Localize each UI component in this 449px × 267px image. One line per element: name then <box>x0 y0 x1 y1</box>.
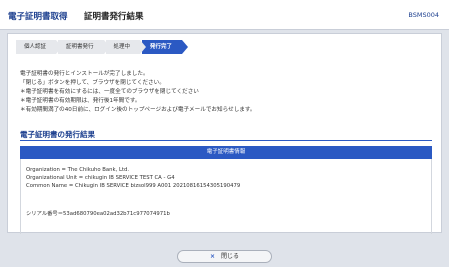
cert-info-body: Organization = The Chikuho Bank, Ltd. Or… <box>20 159 432 234</box>
cert-common-name: Common Name = Chikugin IB SERVICE bizsol… <box>26 183 241 189</box>
completion-message: 電子証明書の発行とインストールが完了しました。 「閉じる」ボタンを押して、ブラウ… <box>20 70 430 115</box>
message-line: ＊電子証明書を有効にするには、一度全てのブラウザを閉じてください <box>20 89 199 95</box>
step-processing: 処理中 <box>105 40 146 54</box>
step-complete: 発行完了 <box>142 40 189 54</box>
section-divider <box>20 140 432 141</box>
message-line: ＊有効期間満了の40日前に、ログイン後のトップページおよび電子メールでお知らせし… <box>20 107 256 113</box>
message-line: 電子証明書の発行とインストールが完了しました。 <box>20 71 149 77</box>
result-section-title: 電子証明書の発行結果 <box>20 130 95 139</box>
close-button[interactable]: × 閉じる <box>177 250 272 263</box>
page-header: 電子証明書取得 証明書発行結果 BSMS004 <box>0 0 449 30</box>
main-panel: 個人認証 証明書発行 処理中 発行完了 電子証明書の発行とインストールが完了しま… <box>7 33 442 234</box>
page-title: 証明書発行結果 <box>84 12 144 22</box>
close-button-label: 閉じる <box>221 253 240 260</box>
step-cert-issue: 証明書発行 <box>58 40 109 54</box>
screen-id: BSMS004 <box>408 11 439 19</box>
app-title: 電子証明書取得 <box>8 12 68 22</box>
progress-steps: 個人認証 証明書発行 処理中 発行完了 <box>16 40 189 54</box>
cert-info-header: 電子証明書情報 <box>20 146 432 159</box>
cert-details: Organization = The Chikuho Bank, Ltd. Or… <box>26 166 240 190</box>
cert-organization: Organization = The Chikuho Bank, Ltd. <box>26 167 130 173</box>
cert-org-unit: Organizational Unit = chikugin IB SERVIC… <box>26 175 175 181</box>
message-line: ＊電子証明書の有効期限は、発行後1年間です。 <box>20 98 141 104</box>
cert-serial-number: シリアル番号＝53ad680790ea02ad32b71c977074971b <box>26 211 170 217</box>
step-personal-auth: 個人認証 <box>16 40 63 54</box>
message-line: 「閉じる」ボタンを押して、ブラウザを閉じてください。 <box>20 80 165 86</box>
close-icon: × <box>209 253 215 260</box>
